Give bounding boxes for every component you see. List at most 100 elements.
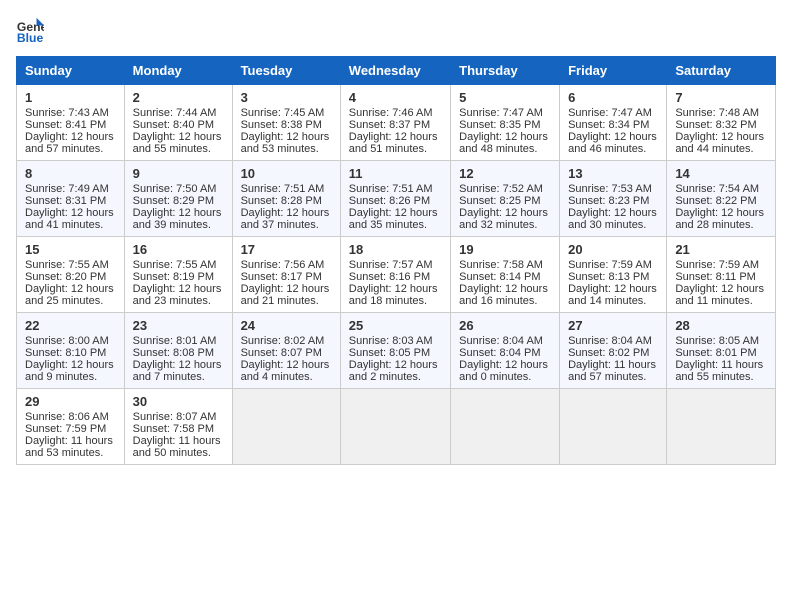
day-number: 10 — [241, 166, 332, 181]
day-number: 5 — [459, 90, 551, 105]
sunrise-text: Sunrise: 7:55 AM — [133, 259, 217, 271]
calendar-cell: 17Sunrise: 7:56 AMSunset: 8:17 PMDayligh… — [232, 237, 340, 313]
calendar-cell: 25Sunrise: 8:03 AMSunset: 8:05 PMDayligh… — [340, 313, 450, 389]
calendar-cell: 20Sunrise: 7:59 AMSunset: 8:13 PMDayligh… — [560, 237, 667, 313]
sunset-text: Sunset: 8:40 PM — [133, 119, 214, 131]
sunset-text: Sunset: 8:16 PM — [349, 271, 430, 283]
calendar-cell: 19Sunrise: 7:58 AMSunset: 8:14 PMDayligh… — [451, 237, 560, 313]
sunrise-text: Sunrise: 7:58 AM — [459, 259, 543, 271]
day-number: 28 — [675, 318, 767, 333]
calendar-cell: 21Sunrise: 7:59 AMSunset: 8:11 PMDayligh… — [667, 237, 776, 313]
sunset-text: Sunset: 8:07 PM — [241, 347, 322, 359]
sunrise-text: Sunrise: 7:50 AM — [133, 183, 217, 195]
daylight-text: Daylight: 11 hours and 53 minutes. — [25, 435, 113, 459]
daylight-text: Daylight: 12 hours and 35 minutes. — [349, 207, 438, 231]
calendar-cell: 24Sunrise: 8:02 AMSunset: 8:07 PMDayligh… — [232, 313, 340, 389]
sunset-text: Sunset: 8:20 PM — [25, 271, 106, 283]
day-number: 17 — [241, 242, 332, 257]
calendar-week-1: 1 Sunrise: 7:43 AMSunset: 8:41 PM Daylight… — [17, 85, 776, 161]
daylight-text: Daylight: 11 hours and 57 minutes. — [568, 359, 656, 383]
calendar-cell: 8Sunrise: 7:49 AMSunset: 8:31 PMDaylight… — [17, 161, 125, 237]
day-number: 19 — [459, 242, 551, 257]
day-number: 4 — [349, 90, 442, 105]
sunset-text: Sunset: 8:02 PM — [568, 347, 649, 359]
col-header-tuesday: Tuesday — [232, 57, 340, 85]
sunset-text: Sunset: 8:01 PM — [675, 347, 756, 359]
sunset-text: Sunset: 7:58 PM — [133, 423, 214, 435]
daylight-text: Daylight: 11 hours and 50 minutes. — [133, 435, 221, 459]
col-header-thursday: Thursday — [451, 57, 560, 85]
sunrise-text: Sunrise: 7:51 AM — [241, 183, 325, 195]
sunrise-text: Sunrise: 7:43 AM — [25, 107, 109, 119]
day-number: 2 — [133, 90, 224, 105]
sunset-text: Sunset: 8:25 PM — [459, 195, 540, 207]
day-number: 13 — [568, 166, 658, 181]
daylight-text: Daylight: 12 hours and 7 minutes. — [133, 359, 222, 383]
daylight-text: Daylight: 12 hours and 51 minutes. — [349, 131, 438, 155]
calendar-cell: 2Sunrise: 7:44 AMSunset: 8:40 PMDaylight… — [124, 85, 232, 161]
day-number: 16 — [133, 242, 224, 257]
calendar-table: SundayMondayTuesdayWednesdayThursdayFrid… — [16, 56, 776, 465]
sunrise-text: Sunrise: 7:45 AM — [241, 107, 325, 119]
sunrise-text: Sunrise: 7:44 AM — [133, 107, 217, 119]
sunrise-text: Sunrise: 7:47 AM — [568, 107, 652, 119]
sunset-text: Sunset: 8:14 PM — [459, 271, 540, 283]
sunrise-text: Sunrise: 7:47 AM — [459, 107, 543, 119]
calendar-cell — [232, 389, 340, 465]
calendar-cell: 4Sunrise: 7:46 AMSunset: 8:37 PMDaylight… — [340, 85, 450, 161]
sunrise-text: Sunrise: 8:00 AM — [25, 335, 109, 347]
sunrise-text: Sunrise: 8:06 AM — [25, 411, 109, 423]
calendar-cell: 27Sunrise: 8:04 AMSunset: 8:02 PMDayligh… — [560, 313, 667, 389]
daylight-text: Daylight: 12 hours and 39 minutes. — [133, 207, 222, 231]
sunrise-text: Sunrise: 7:55 AM — [25, 259, 109, 271]
daylight-text: Daylight: 12 hours and 30 minutes. — [568, 207, 657, 231]
daylight-text: Daylight: 12 hours and 53 minutes. — [241, 131, 330, 155]
page-header: General Blue — [16, 16, 776, 44]
calendar-cell — [340, 389, 450, 465]
col-header-sunday: Sunday — [17, 57, 125, 85]
calendar-week-4: 22Sunrise: 8:00 AMSunset: 8:10 PMDayligh… — [17, 313, 776, 389]
sunrise-text: Sunrise: 7:51 AM — [349, 183, 433, 195]
sunrise-text: Sunrise: 8:01 AM — [133, 335, 217, 347]
sunrise-text: Sunrise: 8:05 AM — [675, 335, 759, 347]
calendar-cell: 3Sunrise: 7:45 AMSunset: 8:38 PMDaylight… — [232, 85, 340, 161]
col-header-monday: Monday — [124, 57, 232, 85]
daylight-text: Daylight: 12 hours and 32 minutes. — [459, 207, 548, 231]
daylight-text: Daylight: 12 hours and 21 minutes. — [241, 283, 330, 307]
day-number: 1 — [25, 90, 116, 105]
calendar-cell: 23 Sunrise: 8:01 AMSunset: 8:08 PMDayligh… — [124, 313, 232, 389]
sunrise-text: Sunrise: 7:57 AM — [349, 259, 433, 271]
day-number: 12 — [459, 166, 551, 181]
day-number: 18 — [349, 242, 442, 257]
calendar-cell — [560, 389, 667, 465]
sunrise-text: Sunrise: 7:54 AM — [675, 183, 759, 195]
day-number: 30 — [133, 394, 224, 409]
sunset-text: Sunset: 8:29 PM — [133, 195, 214, 207]
calendar-cell: 5Sunrise: 7:47 AMSunset: 8:35 PMDaylight… — [451, 85, 560, 161]
sunset-text: Sunset: 8:34 PM — [568, 119, 649, 131]
svg-text:Blue: Blue — [17, 31, 44, 44]
sunset-text: Sunset: 8:08 PM — [133, 347, 214, 359]
daylight-text: Daylight: 12 hours and 23 minutes. — [133, 283, 222, 307]
daylight-text: Daylight: 12 hours and 9 minutes. — [25, 359, 114, 383]
daylight-text: Daylight: 12 hours and 41 minutes. — [25, 207, 114, 231]
daylight-text: Daylight: 12 hours and 18 minutes. — [349, 283, 438, 307]
calendar-cell: 6Sunrise: 7:47 AMSunset: 8:34 PMDaylight… — [560, 85, 667, 161]
calendar-cell: 14Sunrise: 7:54 AMSunset: 8:22 PMDayligh… — [667, 161, 776, 237]
sunset-text: Sunset: 8:26 PM — [349, 195, 430, 207]
daylight-text: Daylight: 12 hours and 14 minutes. — [568, 283, 657, 307]
sunrise-text: Sunrise: 8:03 AM — [349, 335, 433, 347]
daylight-text: Daylight: 12 hours and 28 minutes. — [675, 207, 764, 231]
calendar-cell: 18 Sunrise: 7:57 AMSunset: 8:16 PMDayligh… — [340, 237, 450, 313]
day-number: 23 — [133, 318, 224, 333]
sunset-text: Sunset: 8:37 PM — [349, 119, 430, 131]
calendar-cell: 9 Sunrise: 7:50 AMSunset: 8:29 PMDaylight… — [124, 161, 232, 237]
day-number: 29 — [25, 394, 116, 409]
sunset-text: Sunset: 8:19 PM — [133, 271, 214, 283]
day-number: 3 — [241, 90, 332, 105]
calendar-week-2: 8Sunrise: 7:49 AMSunset: 8:31 PMDaylight… — [17, 161, 776, 237]
day-number: 9 — [133, 166, 224, 181]
daylight-text: Daylight: 11 hours and 55 minutes. — [675, 359, 763, 383]
sunrise-text: Sunrise: 7:53 AM — [568, 183, 652, 195]
sunset-text: Sunset: 8:41 PM — [25, 119, 106, 131]
